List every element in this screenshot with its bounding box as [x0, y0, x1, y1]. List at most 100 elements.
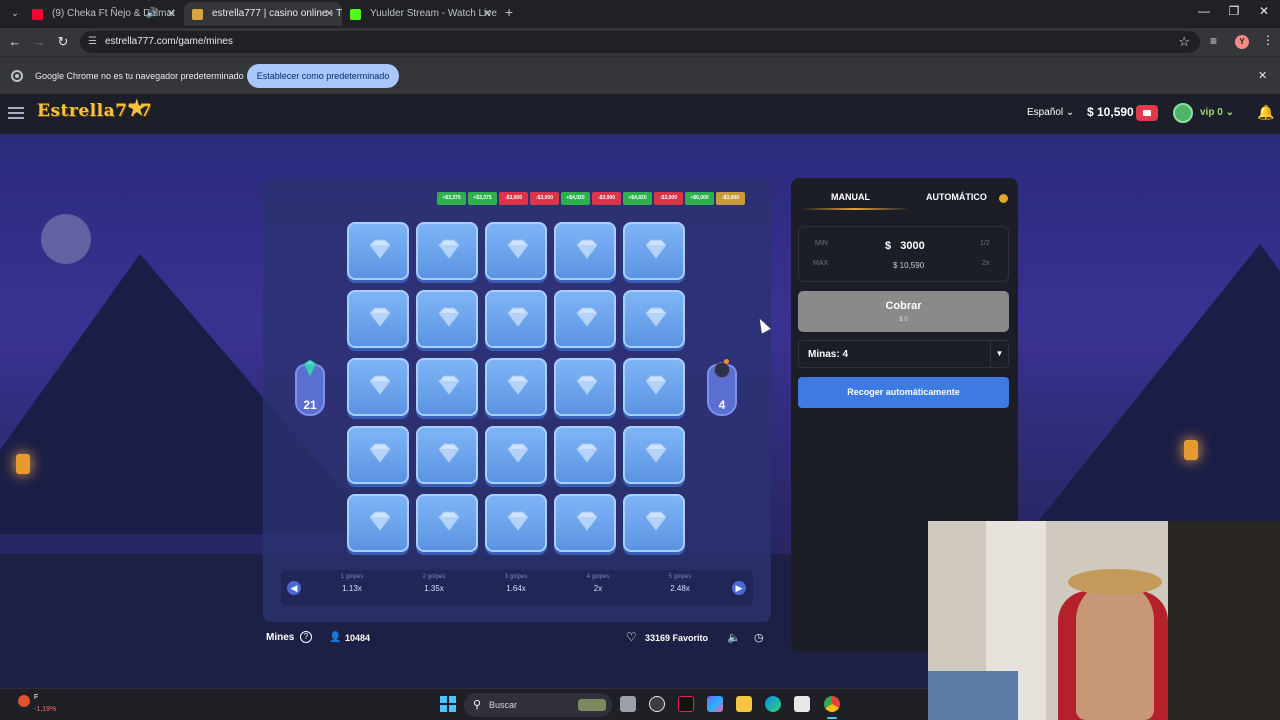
- help-icon[interactable]: ?: [300, 631, 312, 643]
- set-default-button[interactable]: Establecer como predeterminado: [247, 64, 399, 88]
- close-tab-icon[interactable]: ✕: [325, 2, 334, 26]
- mine-tile[interactable]: [623, 426, 685, 484]
- chrome-menu-icon[interactable]: ⋮: [1262, 33, 1274, 47]
- mine-tile[interactable]: [416, 426, 478, 484]
- chrome-taskbar-icon[interactable]: [824, 696, 840, 712]
- taskbar-search[interactable]: ⚲ Buscar: [464, 693, 612, 717]
- chevron-right-icon[interactable]: ▶: [732, 581, 746, 595]
- profile-avatar[interactable]: Y: [1235, 35, 1249, 49]
- bet-amount-value: 3000: [900, 240, 925, 252]
- cashout-button[interactable]: Cobrar $ 0: [798, 291, 1009, 332]
- tab-title: Yuulder Stream - Watch Live on: [370, 8, 500, 19]
- infobar-close-icon[interactable]: ✕: [1258, 69, 1267, 82]
- file-explorer-icon[interactable]: [736, 696, 752, 712]
- mine-tile[interactable]: [485, 426, 547, 484]
- weather-widget-icon[interactable]: [18, 695, 30, 707]
- forward-icon[interactable]: →: [30, 33, 48, 51]
- mine-tile[interactable]: [554, 494, 616, 552]
- active-app-indicator: [827, 717, 837, 719]
- mine-tile[interactable]: [554, 222, 616, 280]
- tab-automatic[interactable]: AUTOMÁTICO: [926, 192, 987, 202]
- address-bar[interactable]: ☰ estrella777.com/game/mines ☆: [80, 31, 1200, 53]
- bet-amount-input[interactable]: $ 3000: [885, 240, 925, 252]
- minimize-icon[interactable]: —: [1194, 4, 1214, 18]
- mine-tile[interactable]: [347, 290, 409, 348]
- mine-tile[interactable]: [347, 222, 409, 280]
- multiplier-value: 1.64x: [506, 584, 526, 593]
- bookmark-star-icon[interactable]: ☆: [1178, 34, 1190, 50]
- info-icon[interactable]: [999, 194, 1008, 203]
- mine-tile[interactable]: [347, 494, 409, 552]
- chevron-down-icon[interactable]: ▼: [990, 341, 1008, 367]
- reading-list-icon[interactable]: ≡: [1210, 34, 1217, 48]
- mine-tile[interactable]: [347, 358, 409, 416]
- diamond-icon: [438, 375, 460, 395]
- task-view-icon[interactable]: [620, 696, 636, 712]
- star-favicon-icon: [192, 9, 203, 20]
- notification-bell-icon[interactable]: 🔔: [1257, 104, 1274, 121]
- sound-icon[interactable]: 🔈: [727, 631, 741, 644]
- close-tab-icon[interactable]: ✕: [167, 2, 176, 26]
- diamond-icon: [369, 375, 391, 395]
- tiktok-icon[interactable]: [678, 696, 694, 712]
- double-bet-button[interactable]: 2x: [982, 260, 989, 267]
- diamond-icon: [576, 375, 598, 395]
- heart-icon[interactable]: ♡: [626, 630, 637, 644]
- auto-collect-button[interactable]: Recoger automáticamente: [798, 377, 1009, 408]
- tab-search-icon[interactable]: ⌄: [6, 5, 24, 23]
- restore-icon[interactable]: ❐: [1224, 4, 1244, 18]
- mine-tile[interactable]: [416, 222, 478, 280]
- chevron-left-icon[interactable]: ◀: [287, 581, 301, 595]
- mine-tile[interactable]: [416, 290, 478, 348]
- mine-tile[interactable]: [554, 426, 616, 484]
- chatgpt-icon[interactable]: [649, 696, 665, 712]
- tab-youtube[interactable]: (9) Cheka Ft Ñejo & Dalmat 🔊 ✕: [24, 2, 184, 26]
- edge-icon[interactable]: [765, 696, 781, 712]
- tab-manual[interactable]: MANUAL: [831, 192, 870, 202]
- mine-tile[interactable]: [623, 290, 685, 348]
- language-selector[interactable]: Español ⌄: [1027, 107, 1074, 118]
- half-bet-button[interactable]: 1/2: [980, 240, 990, 247]
- mine-tile[interactable]: [554, 358, 616, 416]
- max-button[interactable]: MAX: [813, 260, 828, 267]
- user-avatar[interactable]: [1173, 103, 1193, 123]
- mine-tile[interactable]: [485, 290, 547, 348]
- new-tab-icon[interactable]: +: [505, 4, 513, 20]
- min-button[interactable]: MIN: [815, 240, 828, 247]
- diamond-icon: [438, 511, 460, 531]
- youtube-favicon-icon: [32, 9, 43, 20]
- url-text: estrella777.com/game/mines: [105, 36, 233, 47]
- mine-tile[interactable]: [485, 358, 547, 416]
- mine-tile[interactable]: [623, 222, 685, 280]
- mines-count-badge: 4: [707, 359, 737, 416]
- mine-tile[interactable]: [416, 358, 478, 416]
- mine-tile[interactable]: [485, 222, 547, 280]
- reload-icon[interactable]: ↻: [54, 33, 72, 51]
- multiplier-hits: 5 golpes: [668, 574, 692, 580]
- mine-tile[interactable]: [554, 290, 616, 348]
- max-bet-amount: $ 10,590: [893, 261, 925, 270]
- windows-start-icon[interactable]: [440, 696, 456, 712]
- diamond-icon: [645, 375, 667, 395]
- speaker-icon[interactable]: 🔊: [146, 2, 158, 26]
- mine-tile[interactable]: [623, 494, 685, 552]
- mine-tile[interactable]: [623, 358, 685, 416]
- mine-tile[interactable]: [347, 426, 409, 484]
- mine-tile[interactable]: [485, 494, 547, 552]
- close-tab-icon[interactable]: ✕: [483, 2, 492, 26]
- copilot-icon[interactable]: [707, 696, 723, 712]
- site-info-icon[interactable]: ☰: [88, 36, 100, 48]
- mine-tile[interactable]: [416, 494, 478, 552]
- mines-count-select[interactable]: Minas: 4 ▼: [798, 340, 1009, 368]
- history-chip: -$3,000: [592, 192, 621, 205]
- tab-estrella777[interactable]: estrella777 | casino online - Tu ✕: [184, 2, 342, 26]
- vip-level[interactable]: vip 0 ⌄: [1200, 107, 1234, 118]
- back-icon[interactable]: ←: [6, 33, 24, 51]
- wallet-button[interactable]: [1136, 105, 1158, 121]
- close-window-icon[interactable]: ✕: [1254, 4, 1274, 18]
- tab-kick[interactable]: Yuulder Stream - Watch Live on ✕: [342, 2, 500, 26]
- menu-hamburger-icon[interactable]: [8, 107, 24, 119]
- diamond-icon: [645, 443, 667, 463]
- store-icon[interactable]: [794, 696, 810, 712]
- history-clock-icon[interactable]: ◷: [754, 631, 764, 644]
